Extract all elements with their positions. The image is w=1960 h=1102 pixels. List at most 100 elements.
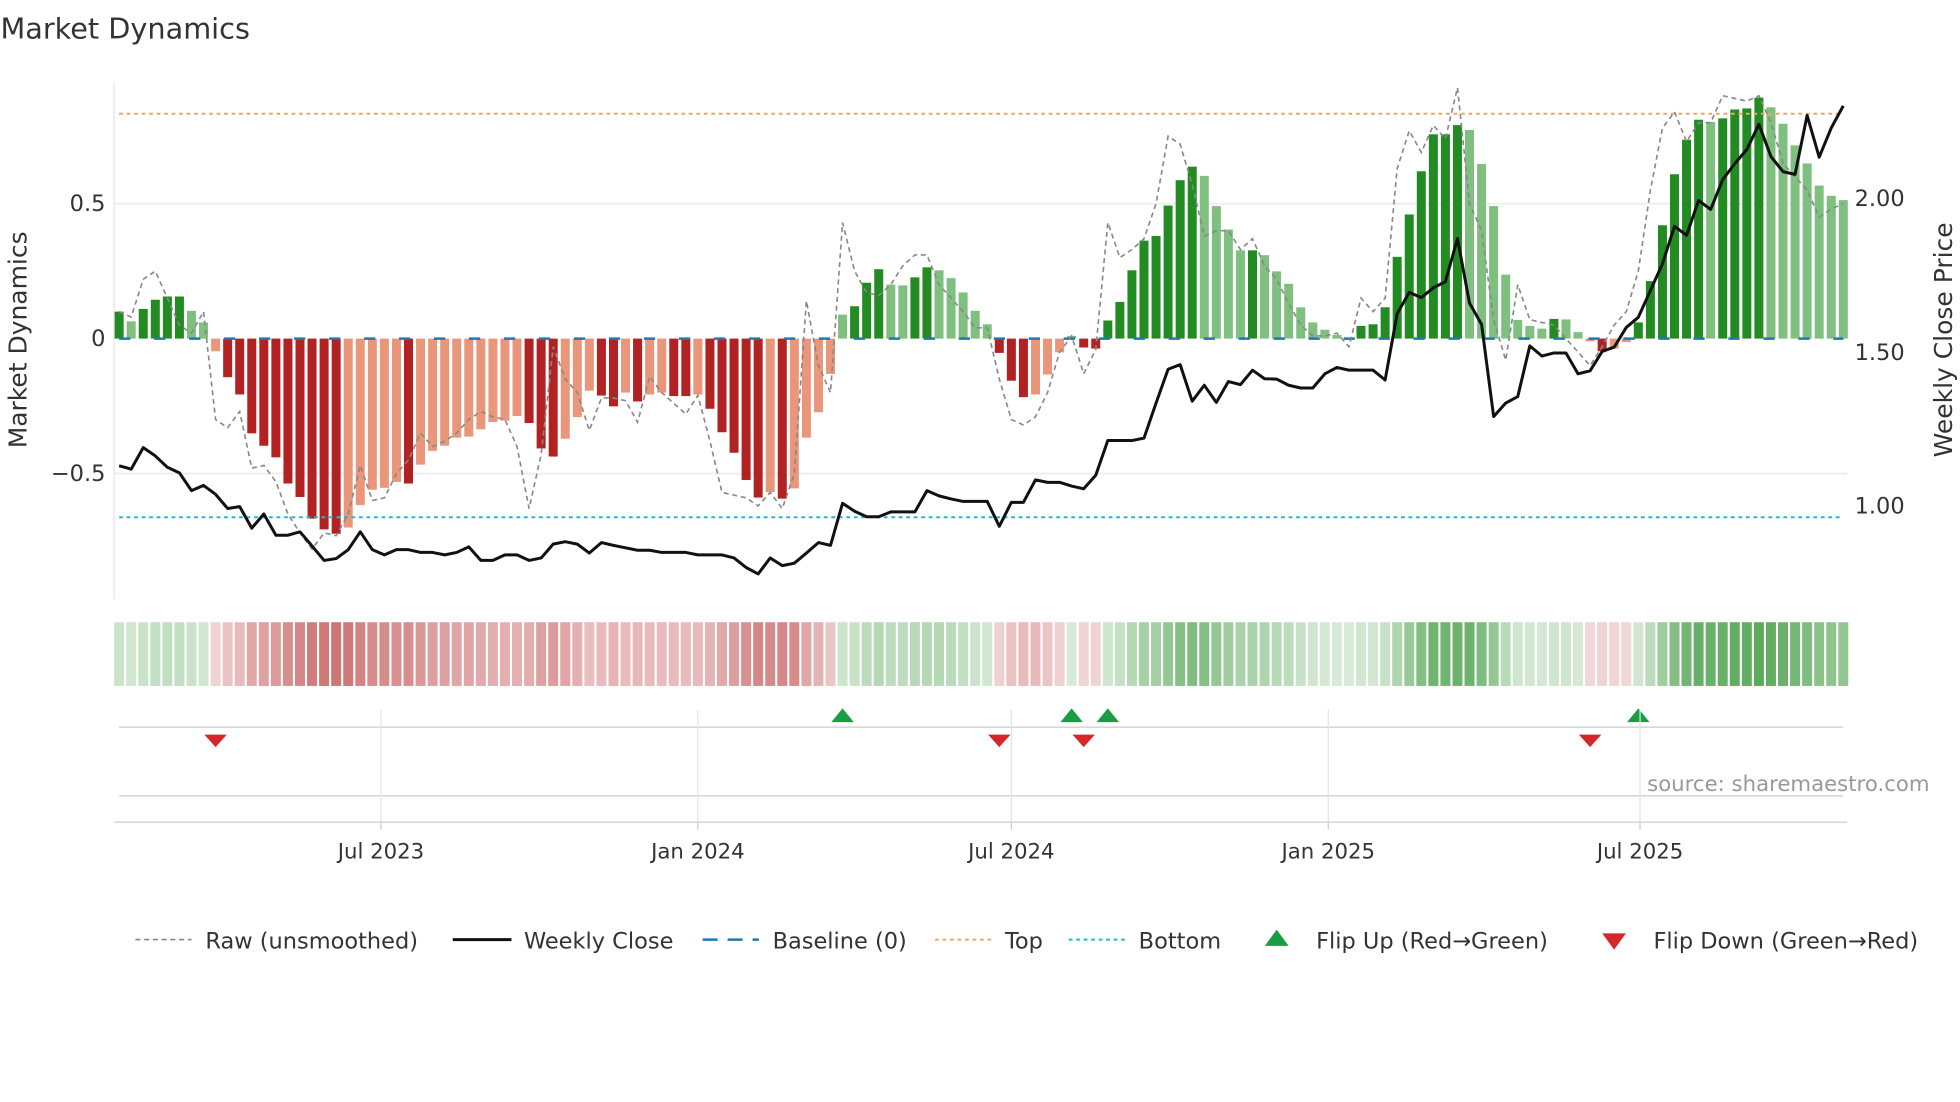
bar-positive	[1416, 171, 1426, 339]
heat-strip-cell	[1524, 622, 1535, 686]
heat-strip-cell	[873, 622, 884, 686]
bar-negative	[524, 338, 534, 424]
heat-strip-cell	[1295, 622, 1306, 686]
heat-strip-cell	[391, 622, 402, 686]
heat-strip-cell	[1271, 622, 1282, 686]
bar-positive	[1223, 229, 1233, 339]
heat-strip-cell	[801, 622, 812, 686]
heat-strip-cell	[186, 622, 197, 686]
bar-positive	[1260, 255, 1270, 339]
bar-positive	[874, 269, 884, 339]
bar-negative	[741, 338, 751, 481]
legend-flip-up-icon	[1264, 929, 1289, 946]
heat-strip-cell	[741, 622, 752, 686]
heat-strip-cell	[1018, 622, 1029, 686]
heat-strip-cell	[753, 622, 764, 686]
heat-strip-cell	[222, 622, 233, 686]
bar-positive	[1428, 134, 1438, 339]
bar-negative	[717, 338, 727, 433]
bar-negative	[488, 338, 498, 422]
y2-tick-label: 2.00	[1855, 186, 1905, 212]
bar-positive	[1368, 324, 1378, 339]
heat-strip-cell	[282, 622, 293, 686]
bar-positive	[1235, 250, 1245, 339]
flip-down-marker	[988, 734, 1011, 748]
heat-strip-cell	[1717, 622, 1728, 686]
heat-strip-cell	[716, 622, 727, 686]
legend-label: Raw (unsmoothed)	[205, 928, 418, 954]
bar-negative	[404, 338, 414, 484]
legend-label: Flip Up (Red→Green)	[1316, 928, 1548, 954]
bar-negative	[223, 338, 233, 378]
heat-strip-cell	[1416, 622, 1427, 686]
bar-positive	[910, 277, 920, 339]
flip-up-marker	[831, 708, 854, 723]
heat-strip-cell	[1199, 622, 1210, 686]
bar-negative	[705, 338, 715, 409]
bar-negative	[319, 338, 329, 530]
heat-strip-cell	[1573, 622, 1584, 686]
heat-strip-cell	[1247, 622, 1258, 686]
bar-negative	[765, 338, 775, 493]
heat-strip-cell	[294, 622, 305, 686]
legend: Raw (unsmoothed) Weekly Close Baseline (0)…	[135, 928, 1918, 954]
heat-strip-cell	[837, 622, 848, 686]
heat-strip-cell	[210, 622, 221, 686]
bar-positive	[1537, 328, 1547, 339]
bar-positive	[186, 310, 196, 339]
bar-positive	[1115, 301, 1125, 339]
y-axis-label: Market Dynamics	[4, 231, 33, 448]
bar-positive	[1826, 195, 1836, 339]
bar-negative	[247, 338, 257, 434]
bar-negative	[693, 338, 703, 395]
bar-negative	[343, 338, 353, 528]
heat-strip-cell	[463, 622, 474, 686]
heat-strip-cell	[1006, 622, 1017, 686]
flip-markers	[114, 708, 1848, 823]
heat-strip-cell	[319, 622, 330, 686]
bar-positive	[898, 285, 908, 339]
bar-positive	[162, 296, 172, 339]
heat-strip-cell	[994, 622, 1005, 686]
bar-positive	[1175, 180, 1185, 339]
bar-positive	[1838, 200, 1848, 339]
heat-strip-cell	[150, 622, 161, 686]
heat-strip-cell	[921, 622, 932, 686]
heat-strip-cell	[1681, 622, 1692, 686]
heat-strip-cell	[1042, 622, 1053, 686]
heat-strip-cell	[789, 622, 800, 686]
bar-negative	[1079, 338, 1089, 348]
heat-strip-cell	[536, 622, 547, 686]
heat-strip-cell	[861, 622, 872, 686]
bar-positive	[1489, 206, 1499, 339]
heat-strip-cell	[427, 622, 438, 686]
bar-negative	[512, 338, 522, 417]
heat-strip-cell	[909, 622, 920, 686]
bar-negative	[1055, 338, 1065, 353]
bar-negative	[500, 338, 510, 421]
heat-strip-cell	[1090, 622, 1101, 686]
heat-strip-cell	[765, 622, 776, 686]
bar-positive	[1802, 163, 1812, 339]
heat-strip-cell	[934, 622, 945, 686]
heat-strip-cell	[1343, 622, 1354, 686]
y2-axis-label: Weekly Close Price	[1929, 222, 1958, 457]
heat-strip-cell	[1645, 622, 1656, 686]
heat-strip-cell	[1464, 622, 1475, 686]
heat-strip-cell	[777, 622, 788, 686]
bar-negative	[440, 338, 450, 446]
heat-strip-cell	[126, 622, 137, 686]
heat-strip-cell	[1392, 622, 1403, 686]
bar-negative	[295, 338, 305, 498]
heat-strip-cell	[1030, 622, 1041, 686]
bar-positive	[1440, 134, 1450, 339]
heat-strip-cell	[1054, 622, 1065, 686]
bar-negative	[283, 338, 293, 484]
heat-strip-cell	[1114, 622, 1125, 686]
heat-strip-cell	[138, 622, 149, 686]
heat-strip-cell	[1548, 622, 1559, 686]
heat-strip-cell	[270, 622, 281, 686]
bars-layer	[114, 97, 1848, 534]
bar-positive	[1513, 319, 1523, 339]
heat-strip-cell	[403, 622, 414, 686]
